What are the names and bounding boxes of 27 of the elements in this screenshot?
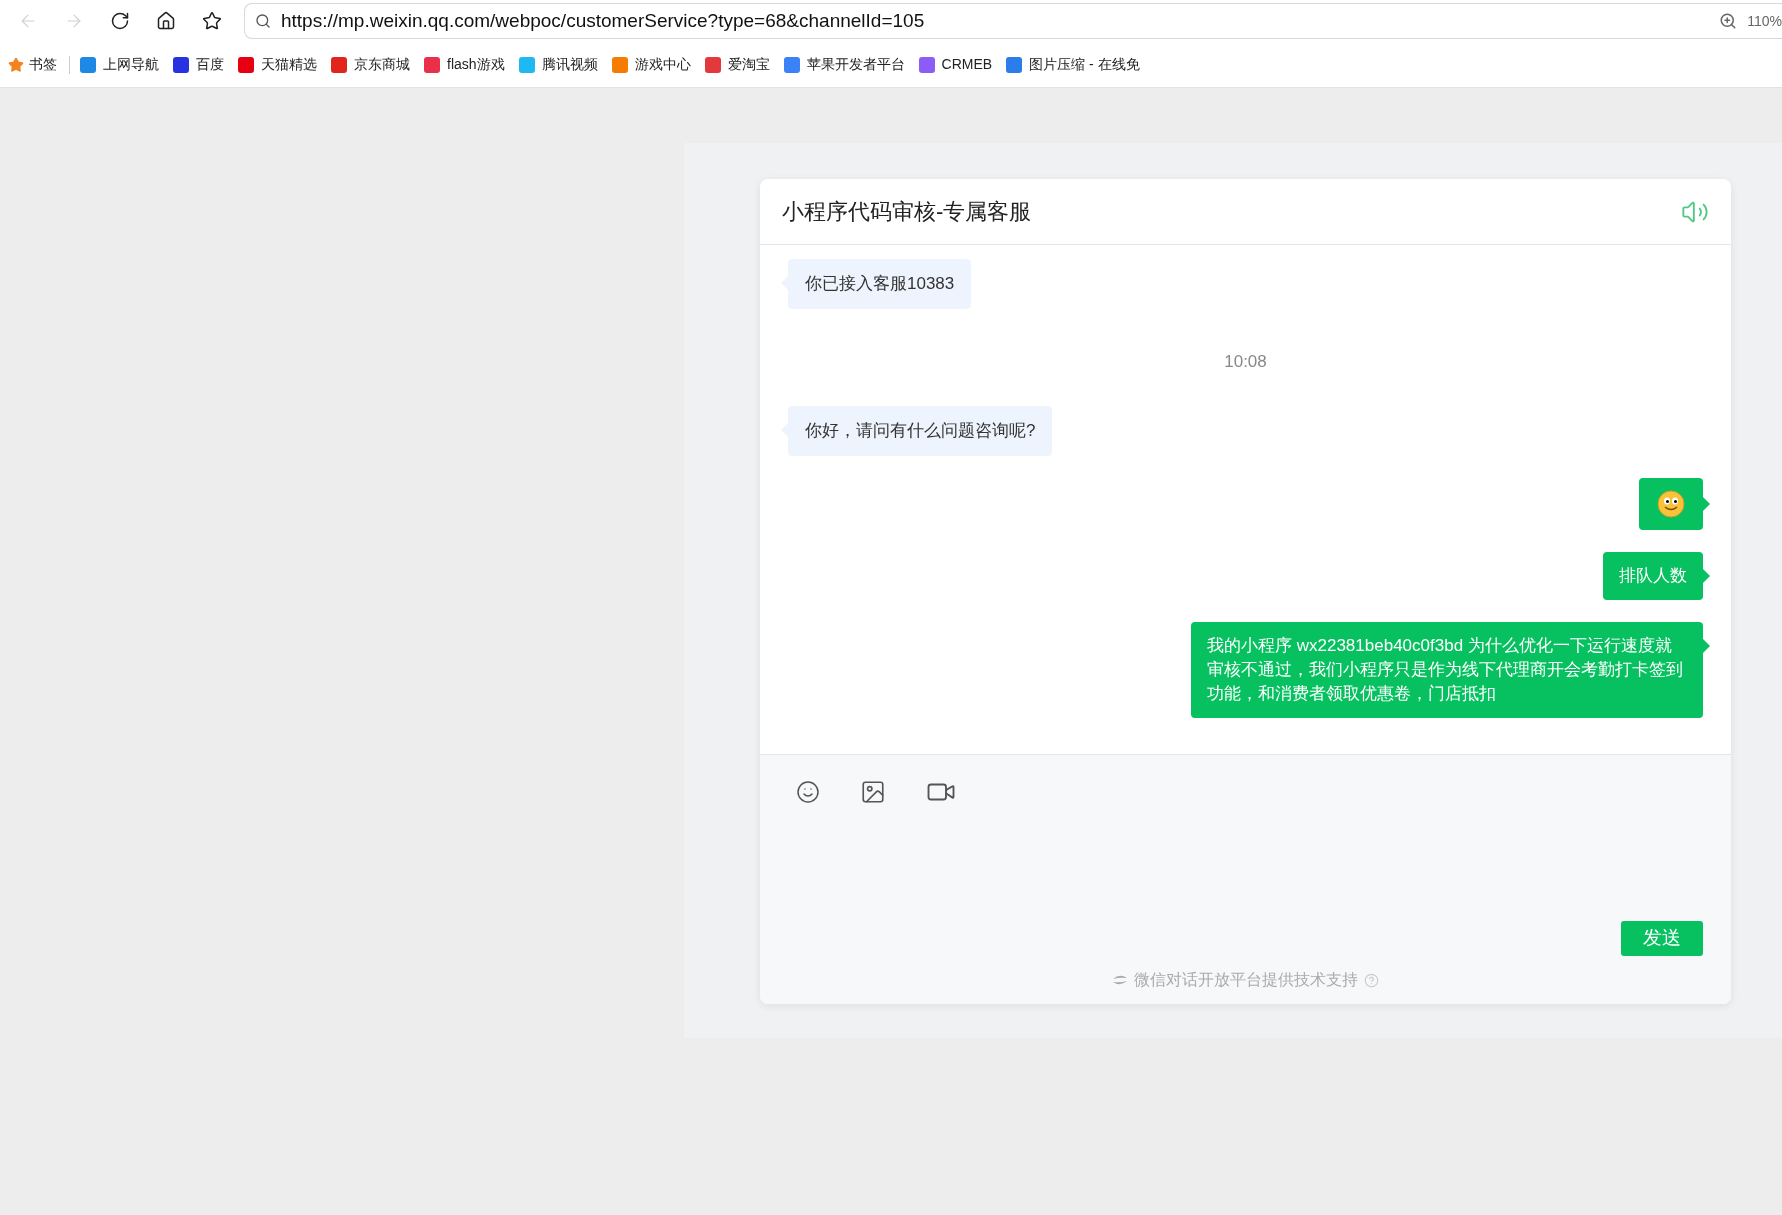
zoom-level: 110% <box>1747 11 1782 31</box>
chat-logo-icon <box>1112 974 1128 986</box>
emoji-icon[interactable] <box>796 780 820 804</box>
star-icon <box>8 56 24 73</box>
bookmark-item[interactable]: 图片压缩 - 在线免 <box>1006 54 1140 75</box>
smiley-face-icon <box>1657 489 1685 518</box>
bookmark-item[interactable]: 天猫精选 <box>238 54 317 75</box>
bookmark-item[interactable]: 京东商城 <box>331 54 410 75</box>
bookmark-item[interactable]: 爱淘宝 <box>704 54 770 75</box>
zoom-icon <box>1719 12 1738 30</box>
bubble-tail <box>1703 638 1710 653</box>
chat-title: 小程序代码审核-专属客服 <box>782 198 1032 226</box>
bookmark-item[interactable]: 上网导航 <box>80 54 159 75</box>
address-bar[interactable]: https://mp.weixin.qq.com/webpoc/customerService?type=68&channelId=105 110% <box>244 3 1782 39</box>
url-text: https://mp.weixin.qq.com/webpoc/customerService?type=68&channelId=105 <box>281 8 926 33</box>
bookmark-item[interactable]: 书签 <box>8 54 69 75</box>
message-time: 10:08 <box>1224 350 1267 373</box>
search-icon <box>255 13 271 29</box>
image-icon[interactable] <box>860 779 886 805</box>
bookmark-item[interactable]: CRMEB <box>918 54 993 75</box>
bookmark-item[interactable]: 百度 <box>173 54 224 75</box>
bookmark-item[interactable]: 游戏中心 <box>611 54 691 75</box>
bookmark-item[interactable]: 苹果开发者平台 <box>783 54 905 75</box>
bubble-tail <box>1703 568 1710 583</box>
bookmark-item[interactable]: 腾讯视频 <box>518 54 598 75</box>
bookmark-item[interactable]: flash游戏 <box>424 54 505 75</box>
footer-text: 微信对话开放平台提供技术支持 <box>1134 970 1358 990</box>
